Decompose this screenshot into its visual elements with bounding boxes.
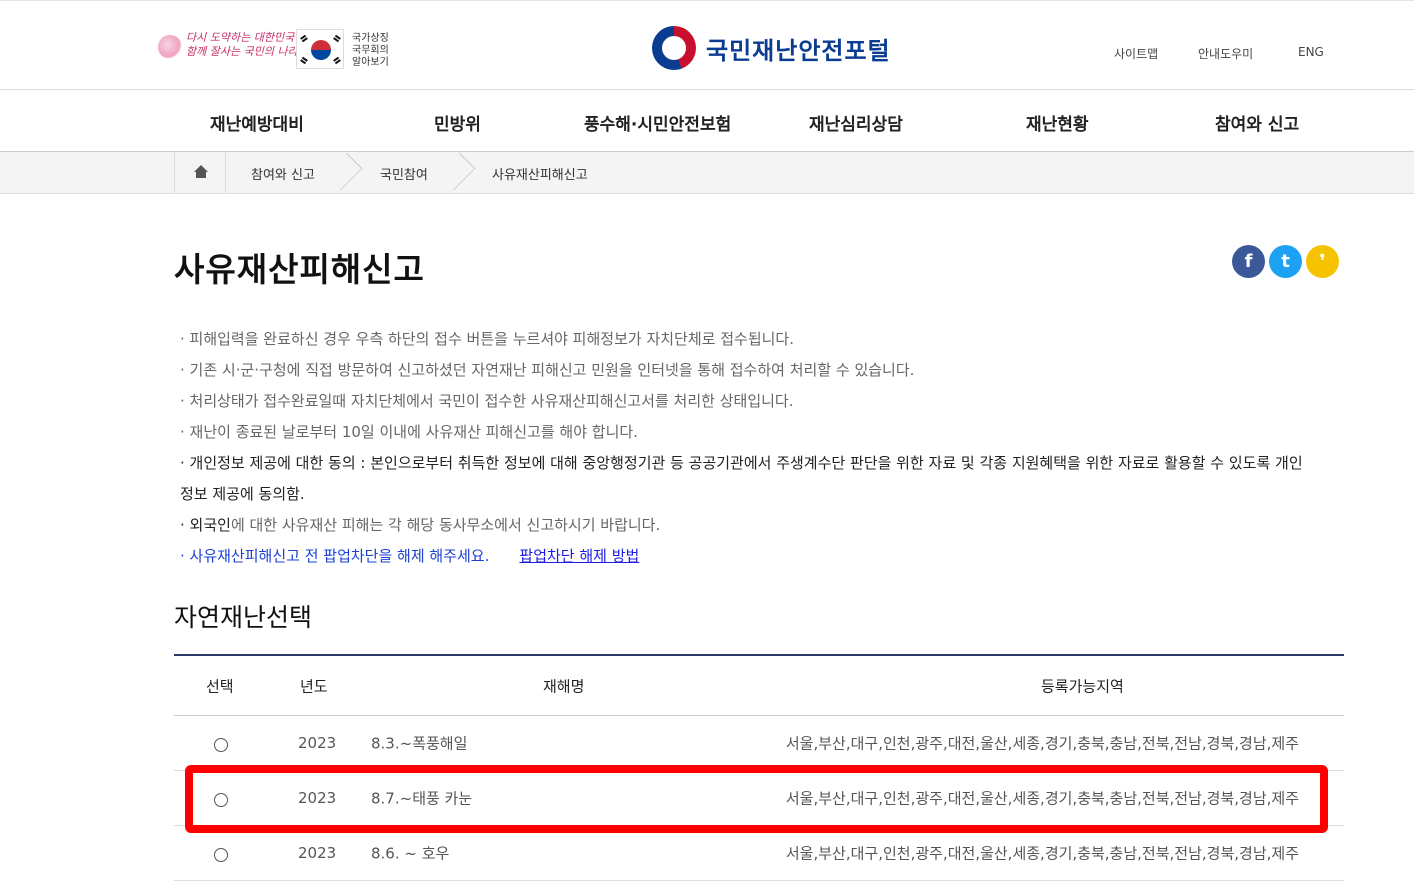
english-link[interactable]: ENG (1298, 45, 1324, 59)
disaster-table: 선택 년도 재해명 등록가능지역 2023 8.3.~폭풍해일 서울,부산,대구… (174, 654, 1344, 881)
trigram-icon (333, 34, 341, 43)
row-regions: 서울,부산,대구,인천,광주,대전,울산,세종,경기,충북,충남,전북,전남,경… (785, 734, 1299, 753)
trigram-icon (300, 34, 308, 43)
select-radio[interactable] (214, 793, 228, 807)
popup-notice: · 사유재산피해신고 전 팝업차단을 해제 해주세요. 팝업차단 해제 방법 (180, 541, 1310, 572)
nav-disaster-status[interactable]: 재난현황 (1026, 110, 1089, 135)
facebook-icon[interactable]: f (1232, 245, 1265, 278)
notice-list: · 피해입력을 완료하신 경우 우측 하단의 접수 버튼을 누르셔야 피해정보가… (180, 324, 1310, 572)
breadcrumb-item[interactable]: 참여와 신고 (251, 164, 315, 183)
breadcrumb: 참여와 신고 국민참여 사유재산피해신고 (0, 152, 1414, 194)
breadcrumb-current[interactable]: 사유재산피해신고 (492, 164, 588, 183)
row-regions: 서울,부산,대구,인천,광주,대전,울산,세종,경기,충북,충남,전북,전남,경… (785, 844, 1299, 863)
notice-item: · 피해입력을 완료하신 경우 우측 하단의 접수 버튼을 누르셔야 피해정보가… (180, 330, 794, 348)
home-icon[interactable] (174, 152, 226, 193)
nav-disaster-prevention[interactable]: 재난예방대비 (210, 110, 304, 135)
header-regions: 등록가능지역 (1041, 677, 1124, 695)
foreigner-prefix: · 외국인 (180, 516, 231, 534)
page-title: 사유재산피해신고 (174, 250, 425, 289)
consent-notice: · 개인정보 제공에 대한 동의 : 본인으로부터 취득한 정보에 대해 중앙행… (180, 454, 1303, 503)
table-row[interactable]: 2023 8.3.~폭풍해일 서울,부산,대구,인천,광주,대전,울산,세종,경… (174, 716, 1344, 771)
symbol-text-line: 국무회의 (352, 45, 389, 56)
popup-unblock-link[interactable]: 팝업차단 해제 방법 (519, 547, 639, 565)
row-year: 2023 (298, 844, 337, 862)
top-bar: 다시 도약하는 대한민국 함께 잘사는 국민의 나라 국가상징 국무회의 알아보… (0, 0, 1414, 90)
foreigner-rest: 에 대한 사유재산 피해는 각 해당 동사무소에서 신고하시기 바랍니다. (230, 516, 661, 534)
select-radio[interactable] (214, 848, 228, 862)
kakaostory-icon[interactable]: ❜ (1306, 245, 1339, 278)
symbol-text-line: 국가상징 (352, 33, 389, 44)
notice-item: · 재난이 종료된 날로부터 10일 이내에 사유재산 피해신고를 해야 합니다… (180, 423, 638, 441)
row-regions: 서울,부산,대구,인천,광주,대전,울산,세종,경기,충북,충남,전북,전남,경… (785, 789, 1299, 808)
site-logo[interactable]: 국민재난안전포털 (652, 25, 891, 71)
symbol-text-line: 알아보기 (352, 57, 389, 68)
header-year: 년도 (300, 677, 328, 695)
nav-civil-defense[interactable]: 민방위 (434, 110, 481, 135)
row-year: 2023 (298, 734, 337, 752)
row-disaster-name: 8.6. ~ 호우 (371, 844, 450, 863)
table-row[interactable]: 2023 8.7.~태풍 카눈 서울,부산,대구,인천,광주,대전,울산,세종,… (174, 771, 1344, 826)
popup-notice-text: · 사유재산피해신고 전 팝업차단을 해제 해주세요. (180, 547, 490, 565)
row-year: 2023 (298, 789, 337, 807)
slogan-logo[interactable]: 다시 도약하는 대한민국 함께 잘사는 국민의 나라 (158, 31, 298, 67)
nav-counseling[interactable]: 재난심리상담 (809, 110, 903, 135)
header-disaster-name: 재해명 (543, 677, 585, 695)
slogan-line-1: 다시 도약하는 대한민국 (186, 31, 295, 44)
breadcrumb-separator (336, 152, 358, 193)
nav-insurance[interactable]: 풍수해·시민안전보험 (584, 110, 731, 135)
slogan-line-2: 함께 잘사는 국민의 나라 (186, 45, 298, 58)
select-radio[interactable] (214, 738, 228, 752)
trigram-icon (300, 56, 308, 65)
breadcrumb-separator (449, 152, 471, 193)
nav-participation[interactable]: 참여와 신고 (1215, 110, 1299, 135)
taegeuk-icon (311, 40, 331, 60)
section-title: 자연재난선택 (174, 603, 313, 632)
twitter-icon[interactable]: t (1269, 245, 1302, 278)
national-flag-icon[interactable] (296, 29, 344, 69)
row-disaster-name: 8.3.~폭풍해일 (371, 734, 468, 753)
sitemap-link[interactable]: 사이트맵 (1114, 45, 1158, 62)
taegeuk-logo-icon (652, 26, 696, 70)
logo-text: 국민재난안전포털 (706, 36, 891, 65)
row-disaster-name: 8.7.~태풍 카눈 (371, 789, 473, 808)
breadcrumb-item[interactable]: 국민참여 (380, 164, 428, 183)
header-select: 선택 (206, 677, 234, 695)
national-symbol-link[interactable]: 국가상징 국무회의 알아보기 (352, 33, 389, 69)
foreigner-notice: · 외국인에 대한 사유재산 피해는 각 해당 동사무소에서 신고하시기 바랍니… (180, 510, 1310, 541)
guide-link[interactable]: 안내도우미 (1198, 45, 1253, 62)
notice-item: · 처리상태가 접수완료일때 자치단체에서 국민이 접수한 사유재산피해신고서를… (180, 392, 794, 410)
table-header: 선택 년도 재해명 등록가능지역 (174, 656, 1344, 716)
table-row[interactable]: 2023 8.6. ~ 호우 서울,부산,대구,인천,광주,대전,울산,세종,경… (174, 826, 1344, 881)
notice-item: · 기존 시·군·구청에 직접 방문하여 신고하셨던 자연재난 피해신고 민원을… (180, 361, 915, 379)
main-nav: 재난예방대비 민방위 풍수해·시민안전보험 재난심리상담 재난현황 참여와 신고 (0, 90, 1414, 152)
trigram-icon (333, 56, 341, 65)
